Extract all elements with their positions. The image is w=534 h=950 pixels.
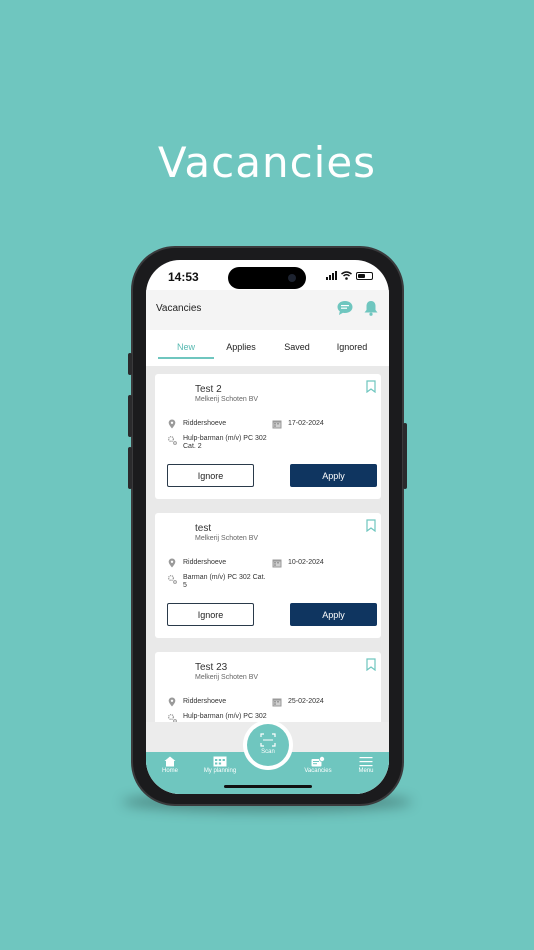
volume-down-button <box>128 447 132 489</box>
nav-my-planning-label: My planning <box>203 768 237 774</box>
vacancy-date: 25-02-2024 <box>288 698 324 705</box>
status-icons <box>326 271 373 280</box>
active-tab-indicator <box>158 357 214 359</box>
vacancy-title: Test 23 <box>195 662 228 673</box>
vacancy-date: 10-02-2024 <box>288 559 324 566</box>
wifi-icon <box>341 271 352 280</box>
ignore-button[interactable]: Ignore <box>167 603 254 626</box>
camera-icon <box>288 274 296 282</box>
vacancy-title: Test 2 <box>195 384 222 395</box>
vacancy-card[interactable]: Test 2 Melkerij Schoten BV Riddershoeve … <box>155 374 381 499</box>
calendar-icon <box>272 420 282 429</box>
vacancy-title: test <box>195 523 212 534</box>
vacancies-icon <box>311 756 325 767</box>
hero-title: Vacancies <box>157 138 377 187</box>
scan-button-inner: Scan <box>247 724 289 766</box>
gears-icon <box>167 574 177 584</box>
volume-up-button <box>128 395 132 437</box>
location-pin-icon <box>168 558 176 568</box>
nav-home[interactable]: Home <box>148 756 192 774</box>
battery-icon <box>356 272 373 280</box>
vacancy-role-line2: 5 <box>183 582 187 589</box>
calendar-icon <box>272 698 282 707</box>
location-pin-icon <box>168 419 176 429</box>
apply-button[interactable]: Apply <box>290 603 377 626</box>
phone-frame: 14:53 Vacancies New Applies Saved Ignore… <box>128 246 407 806</box>
tab-saved[interactable]: Saved <box>269 342 325 352</box>
vacancy-location: Riddershoeve <box>183 420 227 427</box>
tab-ignored[interactable]: Ignored <box>324 342 380 352</box>
dynamic-island <box>228 267 306 289</box>
home-indicator <box>224 785 312 788</box>
apply-button[interactable]: Apply <box>290 464 377 487</box>
bookmark-icon[interactable] <box>366 519 376 532</box>
gears-icon <box>167 713 177 722</box>
vacancy-tabs: New Applies Saved Ignored <box>146 330 389 366</box>
vacancy-company: Melkerij Schoten BV <box>195 674 259 681</box>
nav-vacancies[interactable]: Vacancies <box>296 756 340 774</box>
vacancy-company: Melkerij Schoten BV <box>195 396 259 403</box>
calendar-icon <box>272 559 282 568</box>
bookmark-icon[interactable] <box>366 658 376 671</box>
vacancy-role-line1: Hulp-barman (m/v) PC 302 <box>183 713 267 720</box>
vacancy-role-line2: Cat. 2 <box>183 443 202 450</box>
scan-button[interactable]: Scan <box>243 720 293 770</box>
cellular-signal-icon <box>326 271 337 280</box>
nav-vacancies-label: Vacancies <box>304 768 332 774</box>
scan-label: Scan <box>261 749 275 755</box>
vacancy-location: Riddershoeve <box>183 559 227 566</box>
home-icon <box>164 756 176 767</box>
nav-home-label: Home <box>161 768 178 774</box>
vacancy-role-line1: Barman (m/v) PC 302 Cat. <box>183 574 266 581</box>
vacancy-company: Melkerij Schoten BV <box>195 535 259 542</box>
tab-applies[interactable]: Applies <box>213 342 269 352</box>
page-title: Vacancies <box>156 303 202 314</box>
vacancy-date: 17-02-2024 <box>288 420 324 427</box>
ignore-button[interactable]: Ignore <box>167 464 254 487</box>
vacancy-list[interactable]: Test 2 Melkerij Schoten BV Riddershoeve … <box>146 366 389 722</box>
nav-my-planning[interactable]: My planning <box>198 756 242 774</box>
gears-icon <box>167 435 177 445</box>
vacancy-location: Riddershoeve <box>183 698 227 705</box>
scan-frame-icon <box>260 733 276 747</box>
app-header: Vacancies <box>146 290 389 330</box>
location-pin-icon <box>168 697 176 707</box>
chat-bubble-icon[interactable] <box>336 299 354 317</box>
status-bar: 14:53 <box>146 260 389 290</box>
planning-calendar-icon <box>213 756 227 767</box>
mute-switch <box>128 353 132 375</box>
bottom-navigation-area: Home My planning Vacancies Menu Scan <box>146 720 389 794</box>
nav-menu-label: Menu <box>358 768 374 774</box>
nav-menu[interactable]: Menu <box>344 756 388 774</box>
tab-new[interactable]: New <box>158 342 214 352</box>
vacancy-role-line1: Hulp-barman (m/v) PC 302 <box>183 435 267 442</box>
bookmark-icon[interactable] <box>366 380 376 393</box>
status-time: 14:53 <box>168 270 199 284</box>
hamburger-menu-icon <box>359 757 373 767</box>
power-button <box>403 423 407 489</box>
vacancy-card[interactable]: test Melkerij Schoten BV Riddershoeve 10… <box>155 513 381 638</box>
app-screen: 14:53 Vacancies New Applies Saved Ignore… <box>146 260 389 794</box>
bell-icon[interactable] <box>362 299 380 317</box>
vacancy-card[interactable]: Test 23 Melkerij Schoten BV Riddershoeve… <box>155 652 381 722</box>
